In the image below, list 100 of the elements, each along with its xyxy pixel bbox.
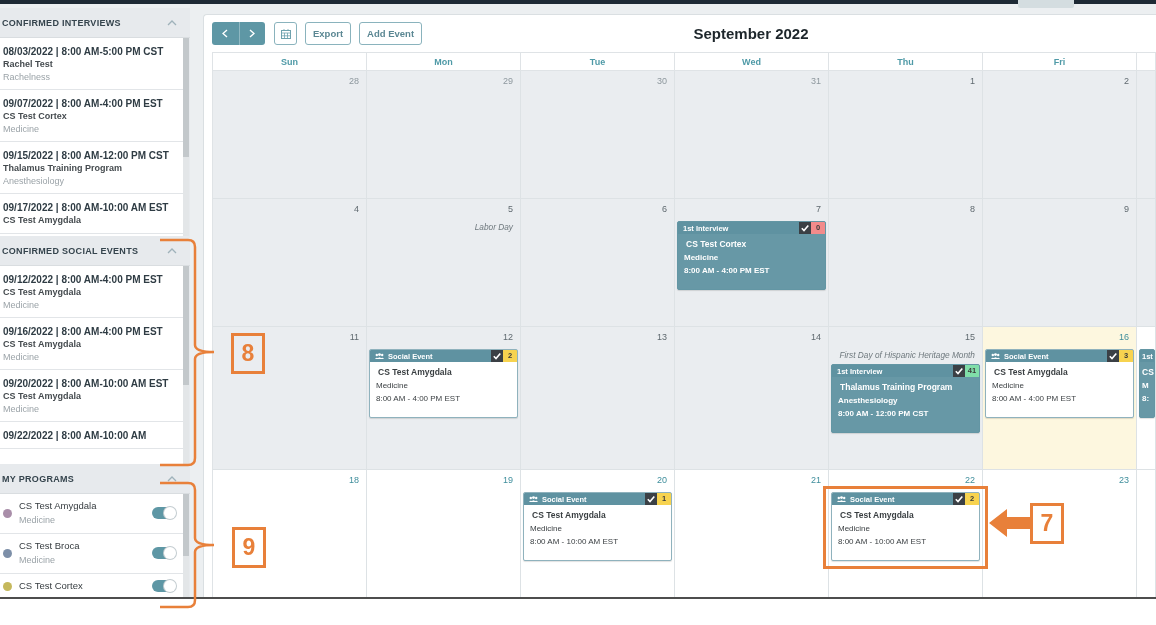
program-name: Rachel Test — [3, 58, 53, 71]
toggle-switch[interactable] — [152, 547, 176, 559]
event-title: CS Test Amygdala — [377, 366, 452, 379]
event-datetime: 09/22/2022 | 8:00 AM-10:00 AM — [3, 429, 147, 442]
department-name: Rachelness — [3, 70, 51, 83]
weekday-label: Thu — [897, 56, 914, 67]
month-title: September 2022 — [693, 25, 809, 42]
event-datetime: 09/17/2022 | 8:00 AM-10:00 AM EST — [3, 201, 169, 214]
department-name: Medicine — [3, 122, 40, 135]
weekday-label: Wed — [742, 56, 761, 67]
day-number: 11 — [349, 332, 359, 342]
people-icon — [375, 353, 384, 359]
day-number: 23 — [1119, 475, 1129, 485]
event-datetime: 09/07/2022 | 8:00 AM-4:00 PM EST — [3, 97, 163, 110]
department-name: Anesthesiology — [3, 174, 65, 187]
chevron-up-icon[interactable] — [167, 19, 177, 26]
scrollbar[interactable] — [183, 38, 189, 236]
next-button[interactable] — [238, 22, 265, 45]
program-name: CS Test Amygdala — [3, 390, 82, 403]
section-title: CONFIRMED SOCIAL EVENTS — [2, 245, 139, 256]
chevron-up-icon[interactable] — [167, 475, 177, 482]
scrollbar[interactable] — [183, 494, 189, 597]
program-name: CS Test Broca — [19, 539, 80, 553]
day-number: 16 — [1119, 332, 1129, 342]
event-datetime: 08/03/2022 | 8:00 AM-5:00 PM CST — [3, 45, 164, 58]
previous-button[interactable] — [212, 22, 239, 45]
event-datetime: 09/16/2022 | 8:00 AM-4:00 PM EST — [3, 325, 163, 338]
add-event-button[interactable]: Add Event — [359, 22, 423, 45]
day-number: 30 — [657, 76, 667, 86]
section-header[interactable]: MY PROGRAMS — [0, 464, 190, 494]
callout-label: 9 — [232, 527, 266, 568]
day-number: 7 — [816, 204, 821, 214]
day-number: 14 — [811, 332, 821, 342]
header-tab[interactable] — [1018, 0, 1074, 8]
event-department: Medicine — [684, 252, 719, 264]
holiday-label: Labor Day — [474, 222, 513, 232]
callout-label: 7 — [1030, 503, 1064, 544]
event-title: CS — [1142, 366, 1154, 379]
people-icon — [529, 496, 538, 502]
program-list-item[interactable]: CS Test Amygdala Medicine — [0, 494, 183, 534]
program-name: CS Test Amygdala — [19, 499, 97, 513]
calendar-icon — [280, 28, 291, 39]
callout-arrow — [989, 509, 1030, 537]
event-title: Thalamus Training Program — [839, 381, 953, 394]
day-number: 29 — [503, 76, 513, 86]
event-department: Medicine — [838, 523, 870, 535]
weekday-label: Mon — [434, 56, 453, 67]
callout-label: 8 — [231, 333, 265, 374]
weekday-label: Fri — [1053, 56, 1066, 67]
day-number: 31 — [811, 76, 821, 86]
scrollbar[interactable] — [183, 266, 189, 464]
event-time: 8:00 AM - 4:00 PM EST — [992, 393, 1077, 405]
day-number: 13 — [657, 332, 667, 342]
event-time: 8: — [1142, 393, 1150, 405]
day-number: 18 — [349, 475, 359, 485]
section-title: CONFIRMED INTERVIEWS — [2, 17, 121, 28]
program-name: CS Test Amygdala — [3, 286, 82, 299]
event-department: Anesthesiology — [838, 395, 898, 407]
event-title: CS Test Cortex — [685, 238, 747, 251]
program-list-item[interactable]: CS Test Broca Medicine — [0, 534, 183, 574]
day-number: 22 — [965, 475, 975, 485]
export-button[interactable]: Export — [305, 22, 352, 45]
day-number: 8 — [970, 204, 975, 214]
day-number: 19 — [503, 475, 513, 485]
department-name: Medicine — [19, 554, 56, 567]
chevron-left-icon — [222, 29, 229, 38]
section-header[interactable]: CONFIRMED INTERVIEWS — [0, 8, 190, 38]
day-number: 5 — [508, 204, 513, 214]
holiday-label: First Day of Hispanic Heritage Month — [839, 350, 975, 360]
people-icon — [837, 496, 846, 502]
toggle-switch[interactable] — [152, 580, 176, 592]
section-header[interactable]: CONFIRMED SOCIAL EVENTS — [0, 236, 190, 266]
event-datetime: 09/20/2022 | 8:00 AM-10:00 AM EST — [3, 377, 169, 390]
chevron-right-icon — [249, 29, 256, 38]
program-list-item[interactable]: CS Test Cortex — [0, 574, 183, 597]
event-time: 8:00 AM - 10:00 AM EST — [530, 536, 619, 548]
event-time: 8:00 AM - 4:00 PM EST — [684, 265, 770, 277]
day-number: 2 — [1124, 76, 1129, 86]
people-icon — [991, 353, 1000, 359]
day-number: 20 — [657, 475, 667, 485]
day-number: 6 — [662, 204, 667, 214]
event-title: CS Test Amygdala — [993, 366, 1068, 379]
program-name: CS Test Amygdala — [3, 214, 82, 227]
event-department: Medicine — [376, 380, 408, 392]
day-number: 1 — [970, 76, 975, 86]
event-time: 8:00 AM - 12:00 PM CST — [838, 408, 929, 420]
day-number: 15 — [965, 332, 975, 342]
day-number: 4 — [354, 204, 359, 214]
chevron-up-icon[interactable] — [167, 247, 177, 254]
calendar-button[interactable] — [274, 22, 297, 45]
department-name: Medicine — [19, 514, 56, 527]
toggle-switch[interactable] — [152, 507, 176, 519]
weekday-label: Sun — [281, 56, 298, 67]
program-name: CS Test Amygdala — [3, 338, 82, 351]
event-datetime: 09/15/2022 | 8:00 AM-12:00 PM CST — [3, 149, 169, 162]
day-number: 12 — [503, 332, 513, 342]
program-name: CS Test Cortex — [19, 579, 83, 593]
event-title: CS Test Amygdala — [531, 509, 606, 522]
event-time: 8:00 AM - 10:00 AM EST — [838, 536, 927, 548]
section-title: MY PROGRAMS — [2, 473, 75, 484]
